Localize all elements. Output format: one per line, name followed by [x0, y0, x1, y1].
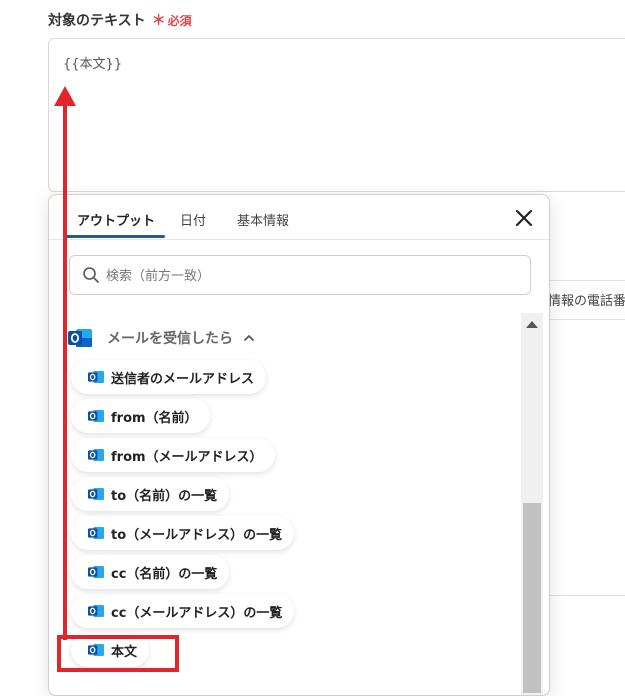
list-item-label: from（メールアドレス）	[111, 449, 263, 465]
list-item[interactable]: from（メールアドレス）	[71, 438, 275, 472]
outlook-icon	[88, 488, 104, 500]
background-field-text: 情報の電話番	[548, 294, 625, 309]
field-label-text: 対象のテキスト	[48, 13, 146, 29]
outlook-icon	[88, 449, 104, 461]
close-icon	[515, 209, 533, 227]
outlook-icon	[68, 329, 92, 347]
outlook-icon	[88, 371, 104, 383]
list-item-label: cc（名前）の一覧	[111, 566, 218, 582]
list-item-label: 送信者のメールアドレス	[111, 371, 255, 387]
annotation-highlight-box	[57, 635, 179, 672]
section-header[interactable]: メールを受信したら	[67, 323, 255, 353]
list-item-label: to（メールアドレス）の一覧	[111, 527, 283, 543]
outlook-icon	[88, 566, 104, 578]
active-tab-indicator	[63, 235, 165, 238]
list-item[interactable]: 送信者のメールアドレス	[71, 360, 267, 394]
search-input[interactable]	[104, 256, 518, 296]
outlook-icon	[88, 410, 104, 422]
tab-bar: アウトプット 日付 基本情報	[49, 195, 549, 240]
search-box	[69, 255, 531, 296]
list-item[interactable]: cc（メールアドレス）の一覧	[71, 594, 295, 628]
list-item[interactable]: from（名前）	[71, 399, 210, 433]
tab-basic-info[interactable]: 基本情報	[237, 210, 289, 229]
outlook-icon	[88, 605, 104, 617]
search-icon	[83, 267, 99, 283]
list-item-label: to（名前）の一覧	[111, 488, 218, 504]
scrollbar[interactable]	[521, 313, 543, 695]
list-item[interactable]: to（メールアドレス）の一覧	[71, 516, 295, 550]
field-label: 対象のテキスト ＊ 必須	[48, 10, 192, 30]
tab-date[interactable]: 日付	[180, 210, 206, 229]
list-item-label: cc（メールアドレス）の一覧	[111, 605, 283, 621]
section-title: メールを受信したら	[107, 331, 233, 347]
close-button[interactable]	[511, 205, 537, 231]
annotation-arrow-shaft	[63, 100, 67, 640]
list-item[interactable]: cc（名前）の一覧	[71, 555, 230, 589]
output-picker-popup: アウトプット 日付 基本情報 メールを受信したら	[48, 194, 550, 696]
list-item[interactable]: to（名前）の一覧	[71, 477, 230, 511]
tab-output[interactable]: アウトプット	[77, 210, 155, 229]
required-mark: ＊	[151, 13, 166, 29]
target-text-field[interactable]: {{本文}}	[48, 38, 625, 192]
chevron-up-icon[interactable]	[243, 333, 255, 343]
target-text-value: {{本文}}	[63, 57, 123, 72]
outlook-icon	[88, 527, 104, 539]
required-text: 必須	[167, 13, 192, 28]
list-item-label: from（名前）	[111, 410, 198, 426]
background-divider	[548, 595, 625, 596]
scroll-up-arrow-icon[interactable]	[526, 321, 538, 328]
annotation-arrow-head	[54, 86, 76, 106]
scrollbar-thumb[interactable]	[523, 503, 541, 693]
